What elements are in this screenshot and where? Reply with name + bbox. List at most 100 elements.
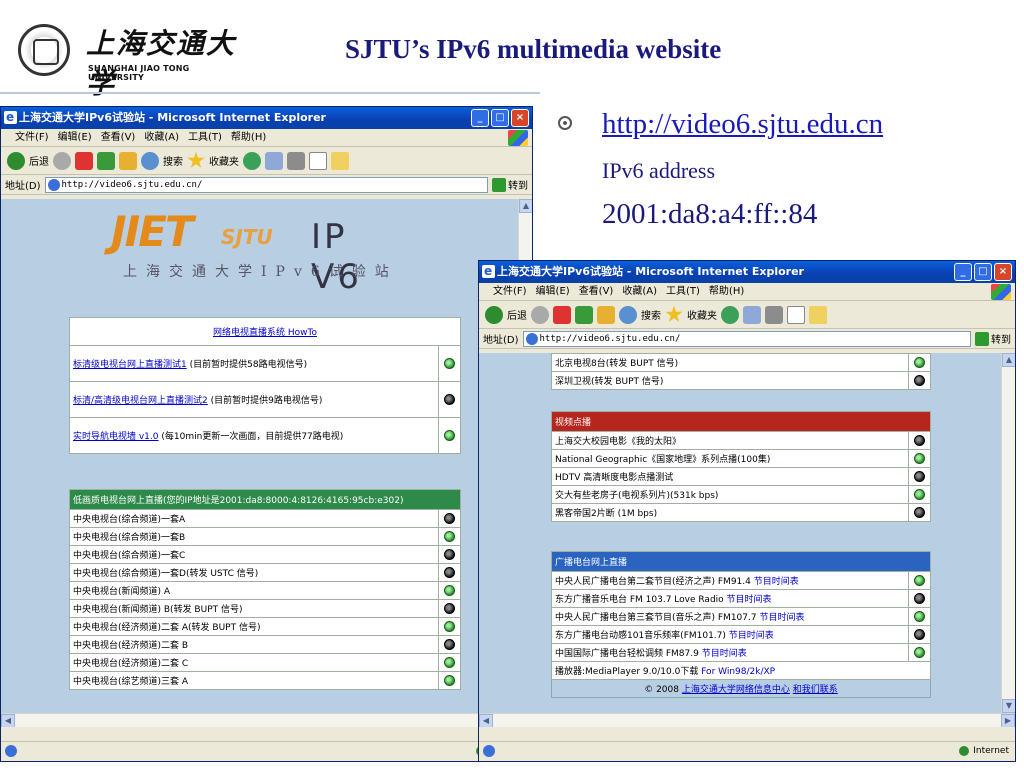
live-test-1-link[interactable]: 标清级电视台网上直播测试1 — [73, 360, 187, 370]
menu-file[interactable]: 文件(F) — [15, 129, 49, 146]
menu-help[interactable]: 帮助(H) — [709, 283, 744, 300]
play-green-icon[interactable] — [444, 621, 455, 632]
play-green-icon[interactable] — [914, 611, 925, 622]
forward-arrow-icon[interactable] — [531, 305, 549, 324]
window-titlebar[interactable]: 上海交通大学IPv6试验站 - Microsoft Internet Explo… — [1, 107, 532, 129]
favorites-star-icon[interactable] — [665, 305, 683, 322]
menu-help[interactable]: 帮助(H) — [231, 129, 266, 146]
vod-item[interactable]: 交大有些老房子(电视系列片)(531k bps) — [551, 485, 909, 504]
howto-link[interactable]: 网络电视直播系统 HowTo — [213, 328, 317, 338]
channel-name[interactable]: 中央电视台(经济频道)二套 B — [69, 635, 439, 654]
minimize-button[interactable]: _ — [471, 109, 489, 127]
edit-word-icon[interactable] — [787, 305, 805, 324]
menu-edit[interactable]: 编辑(E) — [58, 129, 92, 146]
play-green-icon[interactable] — [914, 453, 925, 464]
forward-arrow-icon[interactable] — [53, 151, 71, 170]
play-green-icon[interactable] — [444, 358, 455, 369]
close-button[interactable]: × — [511, 109, 529, 127]
channel-name[interactable]: 深圳卫视(转发 BUPT 信号) — [551, 371, 909, 390]
maximize-button[interactable]: □ — [491, 109, 509, 127]
address-input[interactable]: http://video6.sjtu.edu.cn/ — [522, 330, 971, 347]
channel-name[interactable]: 中央电视台(综合频道)一套C — [69, 545, 439, 564]
favorites-button-label[interactable]: 收藏夹 — [209, 153, 239, 168]
play-black-icon[interactable] — [914, 507, 925, 518]
play-green-icon[interactable] — [444, 585, 455, 596]
back-button-label[interactable]: 后退 — [507, 307, 527, 322]
vod-item[interactable]: 黑客帝国2片断 (1M bps) — [551, 503, 909, 522]
horizontal-scrollbar[interactable]: ◀ ▶ — [479, 713, 1015, 727]
website-link[interactable]: http://video6.sjtu.edu.cn — [602, 108, 883, 141]
player-download-link[interactable]: For Win98/2k/XP — [701, 667, 775, 677]
close-button[interactable]: × — [994, 263, 1012, 281]
play-black-icon[interactable] — [444, 549, 455, 560]
channel-name[interactable]: 中央电视台(新闻频道) B(转发 BUPT 信号) — [69, 599, 439, 618]
channel-name[interactable]: 中央电视台(综合频道)一套B — [69, 527, 439, 546]
scroll-up-icon[interactable]: ▲ — [519, 199, 532, 213]
play-black-icon[interactable] — [444, 639, 455, 650]
mail-icon[interactable] — [743, 305, 761, 324]
horizontal-scrollbar[interactable]: ◀ ▶ — [1, 713, 532, 727]
back-arrow-icon[interactable] — [485, 305, 503, 324]
stop-icon[interactable] — [553, 305, 571, 324]
refresh-icon[interactable] — [97, 151, 115, 170]
live-test-2-link[interactable]: 标清/高清级电视台网上直播测试2 — [73, 396, 208, 406]
home-icon[interactable] — [597, 305, 615, 324]
schedule-link[interactable]: 节目时间表 — [729, 631, 774, 641]
vod-item[interactable]: National Geographic《国家地理》系列点播(100集) — [551, 449, 909, 468]
back-arrow-icon[interactable] — [7, 151, 25, 170]
vod-item[interactable]: 上海交大校园电影《我的太阳》 — [551, 431, 909, 450]
radio-station[interactable]: 中央人民广播电台第三套节目(音乐之声) FM107.7 — [555, 613, 757, 623]
go-button[interactable]: 转到 — [492, 177, 532, 192]
play-green-icon[interactable] — [444, 430, 455, 441]
folder-icon[interactable] — [809, 305, 827, 324]
menu-file[interactable]: 文件(F) — [493, 283, 527, 300]
schedule-link[interactable]: 节目时间表 — [754, 577, 799, 587]
schedule-link[interactable]: 节目时间表 — [759, 613, 804, 623]
menu-view[interactable]: 查看(V) — [579, 283, 614, 300]
menu-view[interactable]: 查看(V) — [101, 129, 136, 146]
schedule-link[interactable]: 节目时间表 — [702, 649, 747, 659]
play-black-icon[interactable] — [444, 567, 455, 578]
channel-name[interactable]: 中央电视台(综艺频道)三套 A — [69, 671, 439, 690]
scroll-up-icon[interactable]: ▲ — [1002, 353, 1015, 367]
go-button[interactable]: 转到 — [975, 331, 1015, 346]
play-black-icon[interactable] — [444, 603, 455, 614]
menu-tools[interactable]: 工具(T) — [666, 283, 700, 300]
play-green-icon[interactable] — [914, 357, 925, 368]
channel-name[interactable]: 中央电视台(综合频道)一套A — [69, 509, 439, 528]
scroll-left-icon[interactable]: ◀ — [1, 714, 15, 727]
search-icon[interactable] — [619, 305, 637, 324]
minimize-button[interactable]: _ — [954, 263, 972, 281]
home-icon[interactable] — [119, 151, 137, 170]
radio-station[interactable]: 中央人民广播电台第二套节目(经济之声) FM91.4 — [555, 577, 751, 587]
tv-wall-link[interactable]: 实时导航电视墙 v1.0 — [73, 432, 159, 442]
play-black-icon[interactable] — [914, 435, 925, 446]
channel-name[interactable]: 中央电视台(经济频道)二套 A(转发 BUPT 信号) — [69, 617, 439, 636]
play-black-icon[interactable] — [914, 629, 925, 640]
schedule-link[interactable]: 节目时间表 — [727, 595, 772, 605]
play-black-icon[interactable] — [914, 375, 925, 386]
footer-center-link[interactable]: 上海交通大学网络信息中心 — [682, 685, 790, 695]
mail-icon[interactable] — [265, 151, 283, 170]
menu-favorites[interactable]: 收藏(A) — [622, 283, 657, 300]
play-black-icon[interactable] — [444, 513, 455, 524]
refresh-icon[interactable] — [575, 305, 593, 324]
menu-tools[interactable]: 工具(T) — [188, 129, 222, 146]
scroll-right-icon[interactable]: ▶ — [1001, 714, 1015, 727]
search-button-label[interactable]: 搜索 — [163, 153, 183, 168]
history-icon[interactable] — [721, 305, 739, 324]
print-icon[interactable] — [287, 151, 305, 170]
play-green-icon[interactable] — [914, 647, 925, 658]
radio-station[interactable]: 中国国际广播电台轻松调频 FM87.9 — [555, 649, 699, 659]
channel-name[interactable]: 北京电视8台(转发 BUPT 信号) — [551, 353, 909, 372]
contact-link[interactable]: 和我们联系 — [793, 685, 838, 695]
play-green-icon[interactable] — [444, 675, 455, 686]
edit-word-icon[interactable] — [309, 151, 327, 170]
history-icon[interactable] — [243, 151, 261, 170]
play-black-icon[interactable] — [914, 593, 925, 604]
play-green-icon[interactable] — [444, 657, 455, 668]
maximize-button[interactable]: □ — [974, 263, 992, 281]
menu-favorites[interactable]: 收藏(A) — [144, 129, 179, 146]
channel-name[interactable]: 中央电视台(新闻频道) A — [69, 581, 439, 600]
search-button-label[interactable]: 搜索 — [641, 307, 661, 322]
